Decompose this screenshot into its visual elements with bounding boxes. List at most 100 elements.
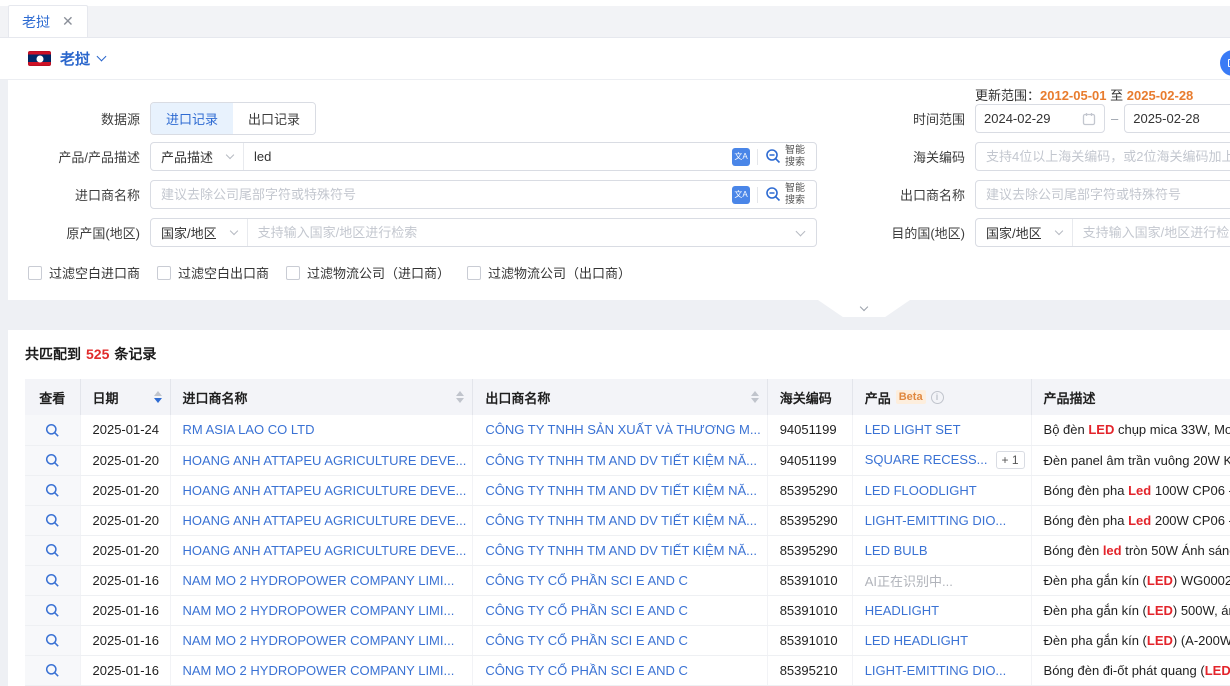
- view-record-button[interactable]: [45, 573, 60, 588]
- product-more-badge[interactable]: + 1: [996, 451, 1025, 469]
- country-name[interactable]: 老挝: [60, 48, 90, 69]
- view-record-button[interactable]: [45, 453, 60, 468]
- date-to-input[interactable]: [1125, 111, 1230, 126]
- importer-link[interactable]: NAM MO 2 HYDROPOWER COMPANY LIMI...: [183, 633, 455, 648]
- col-header-hs-code: 海关编码: [767, 379, 852, 415]
- view-record-button[interactable]: [45, 423, 60, 438]
- col-header-product: 产品Betai: [852, 379, 1031, 415]
- exporter-link[interactable]: CÔNG TY CỔ PHẦN SCI E AND C: [485, 573, 688, 588]
- col-header-importer: 进口商名称: [170, 379, 473, 415]
- filter-panel: 更新范围：2012-05-01 至 2025-02-28 数据源 进口记录 出口…: [8, 80, 1230, 300]
- results-table: 查看 日期 进口商名称 出口商名称 海关编码 产品Betai 产品描述 2025…: [25, 379, 1230, 686]
- product-type-select[interactable]: 产品描述: [151, 143, 244, 170]
- results-summary: 共匹配到525条记录: [25, 344, 1230, 364]
- product-link[interactable]: LIGHT-EMITTING DIO...: [865, 663, 1007, 678]
- desc-cell: Bóng đèn pha Led 100W CP06 - 100...: [1031, 475, 1230, 505]
- sort-date-button[interactable]: [154, 391, 162, 403]
- hs-code-input[interactable]: [976, 149, 1230, 164]
- chevron-down-icon[interactable]: [796, 226, 806, 236]
- table-row: 2025-01-20 HOANG ANH ATTAPEU AGRICULTURE…: [25, 475, 1230, 505]
- date-cell: 2025-01-20: [80, 505, 170, 535]
- product-link[interactable]: LIGHT-EMITTING DIO...: [865, 513, 1007, 528]
- importer-link[interactable]: HOANG ANH ATTAPEU AGRICULTURE DEVE...: [183, 543, 467, 558]
- date-cell: 2025-01-16: [80, 595, 170, 625]
- country-header: 老挝: [0, 38, 1230, 80]
- view-record-button[interactable]: [45, 483, 60, 498]
- checkbox-icon[interactable]: [286, 266, 300, 280]
- beta-badge: Beta: [896, 390, 926, 404]
- exporter-link[interactable]: CÔNG TY TNHH TM AND DV TIẾT KIỆM NĂ...: [485, 513, 757, 528]
- tab-laos[interactable]: 老挝 ✕: [8, 5, 88, 37]
- collapse-panel-button[interactable]: [818, 300, 910, 317]
- dest-country-input[interactable]: [1073, 225, 1230, 240]
- importer-link[interactable]: NAM MO 2 HYDROPOWER COMPANY LIMI...: [183, 573, 455, 588]
- importer-link[interactable]: HOANG ANH ATTAPEU AGRICULTURE DEVE...: [183, 483, 467, 498]
- desc-cell: Bóng đèn đi-ốt phát quang (LED) TR...: [1031, 655, 1230, 685]
- product-search-input[interactable]: [244, 149, 732, 164]
- desc-cell: Đèn panel âm trần vuông 20W KT 22...: [1031, 445, 1230, 475]
- exporter-link[interactable]: CÔNG TY TNHH SẢN XUẤT VÀ THƯƠNG M...: [485, 422, 760, 437]
- product-link[interactable]: LED BULB: [865, 543, 928, 558]
- product-link[interactable]: SQUARE RECESS...: [865, 452, 988, 467]
- importer-link[interactable]: RM ASIA LAO CO LTD: [183, 422, 315, 437]
- hs-code-cell: 85391010: [767, 625, 852, 655]
- date-from-box: [975, 104, 1105, 133]
- dest-country-select[interactable]: 国家/地区: [976, 219, 1073, 246]
- update-range-from: 2012-05-01: [1040, 88, 1107, 103]
- col-header-date: 日期: [80, 379, 170, 415]
- smart-search-button[interactable]: 智能搜索: [765, 183, 807, 206]
- info-icon[interactable]: i: [931, 391, 944, 404]
- exporter-link[interactable]: CÔNG TY CỔ PHẦN SCI E AND C: [485, 603, 688, 618]
- exporter-input[interactable]: [976, 187, 1230, 202]
- view-record-button[interactable]: [45, 543, 60, 558]
- date-cell: 2025-01-16: [80, 625, 170, 655]
- product-link[interactable]: HEADLIGHT: [865, 603, 939, 618]
- importer-link[interactable]: HOANG ANH ATTAPEU AGRICULTURE DEVE...: [183, 453, 467, 468]
- exporter-link[interactable]: CÔNG TY TNHH TM AND DV TIẾT KIỆM NĂ...: [485, 483, 757, 498]
- smart-search-button[interactable]: 智能搜索: [765, 145, 807, 168]
- filter-checkbox-row: 过滤空白进口商 过滤空白出口商 过滤物流公司（进口商） 过滤物流公司（出口商）: [8, 263, 1230, 282]
- exporter-link[interactable]: CÔNG TY CỔ PHẦN SCI E AND C: [485, 663, 688, 678]
- product-link[interactable]: LED LIGHT SET: [865, 422, 961, 437]
- exporter-link[interactable]: CÔNG TY TNHH TM AND DV TIẾT KIỆM NĂ...: [485, 453, 757, 468]
- origin-country-input[interactable]: [248, 225, 797, 240]
- sort-importer-button[interactable]: [456, 391, 464, 403]
- view-record-button[interactable]: [45, 633, 60, 648]
- date-from-input[interactable]: [976, 111, 1082, 126]
- checkbox-icon[interactable]: [28, 266, 42, 280]
- view-record-button[interactable]: [45, 513, 60, 528]
- table-row: 2025-01-16 NAM MO 2 HYDROPOWER COMPANY L…: [25, 625, 1230, 655]
- product-link[interactable]: LED FLOODLIGHT: [865, 483, 977, 498]
- export-records-button[interactable]: 出口记录: [233, 103, 315, 134]
- tab-close-icon[interactable]: ✕: [62, 13, 74, 30]
- origin-country-select[interactable]: 国家/地区: [151, 219, 248, 246]
- hs-code-cell: 85395290: [767, 505, 852, 535]
- translate-icon[interactable]: 文A: [732, 148, 750, 166]
- view-record-button[interactable]: [45, 603, 60, 618]
- importer-search-group: 文A 智能搜索: [150, 180, 817, 209]
- origin-country-group: 国家/地区: [150, 218, 817, 247]
- importer-input[interactable]: [151, 187, 732, 202]
- checkbox-filter-logistics-importer[interactable]: 过滤物流公司（进口商）: [286, 263, 450, 282]
- importer-link[interactable]: NAM MO 2 HYDROPOWER COMPANY LIMI...: [183, 663, 455, 678]
- checkbox-filter-blank-exporter[interactable]: 过滤空白出口商: [157, 263, 269, 282]
- dest-country-label: 目的国(地区): [817, 223, 965, 242]
- import-records-button[interactable]: 进口记录: [151, 103, 233, 134]
- product-link[interactable]: LED HEADLIGHT: [865, 633, 968, 648]
- exporter-link[interactable]: CÔNG TY TNHH TM AND DV TIẾT KIỆM NĂ...: [485, 543, 757, 558]
- hs-code-cell: 85395210: [767, 655, 852, 685]
- exporter-link[interactable]: CÔNG TY CỔ PHẦN SCI E AND C: [485, 633, 688, 648]
- table-row: 2025-01-16 NAM MO 2 HYDROPOWER COMPANY L…: [25, 565, 1230, 595]
- checkbox-icon[interactable]: [157, 266, 171, 280]
- translate-icon[interactable]: 文A: [732, 186, 750, 204]
- importer-link[interactable]: HOANG ANH ATTAPEU AGRICULTURE DEVE...: [183, 513, 467, 528]
- importer-link[interactable]: NAM MO 2 HYDROPOWER COMPANY LIMI...: [183, 603, 455, 618]
- chevron-down-icon[interactable]: [97, 52, 107, 62]
- calendar-icon[interactable]: [1082, 112, 1096, 126]
- update-range-to-word: 至: [1110, 88, 1123, 103]
- view-record-button[interactable]: [45, 663, 60, 678]
- checkbox-icon[interactable]: [467, 266, 481, 280]
- checkbox-filter-logistics-exporter[interactable]: 过滤物流公司（出口商）: [467, 263, 631, 282]
- sort-exporter-button[interactable]: [751, 391, 759, 403]
- checkbox-filter-blank-importer[interactable]: 过滤空白进口商: [28, 263, 140, 282]
